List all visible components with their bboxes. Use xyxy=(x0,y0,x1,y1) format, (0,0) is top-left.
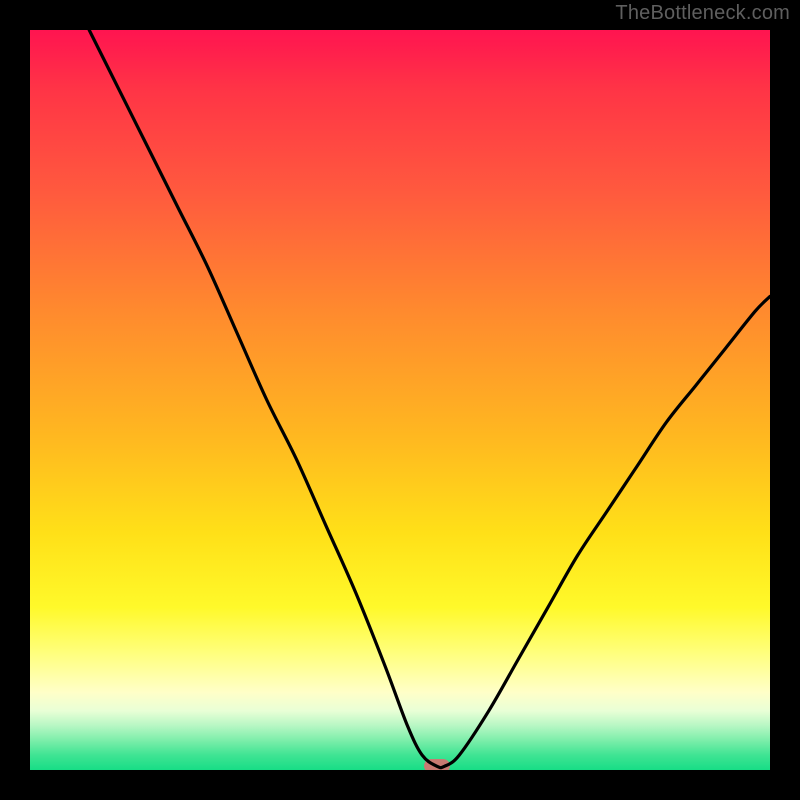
plot-area xyxy=(30,30,770,770)
bottleneck-curve xyxy=(30,30,770,770)
watermark-text: TheBottleneck.com xyxy=(615,2,790,25)
chart-frame: TheBottleneck.com xyxy=(0,0,800,800)
curve-path xyxy=(89,30,770,768)
